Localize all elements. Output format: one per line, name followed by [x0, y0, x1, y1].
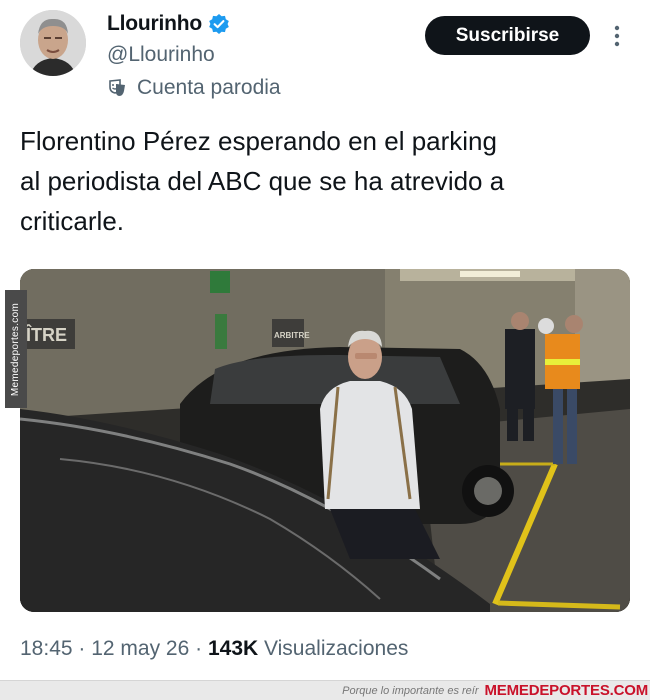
theater-masks-icon — [107, 78, 127, 98]
tweet-time[interactable]: 18:45 — [20, 637, 73, 660]
tweet-meta: 18:45 · 12 may 26 · 143K Visualizaciones — [20, 637, 408, 661]
more-vertical-icon[interactable] — [608, 22, 626, 50]
tweet-media-photo[interactable]: ÎTRE ARBITRE — [20, 269, 630, 612]
avatar[interactable] — [20, 10, 86, 76]
verified-badge-icon — [208, 13, 230, 35]
meta-separator: · — [195, 637, 208, 660]
watermark-footer-tagline: Porque lo importante es reír — [342, 684, 479, 697]
subscribe-button[interactable]: Suscribirse — [425, 16, 590, 55]
author-display-name[interactable]: Llourinho — [107, 12, 202, 36]
watermark-footer-bar: Porque lo importante es reír MEMEDEPORTE… — [0, 680, 650, 700]
author-handle[interactable]: @Llourinho — [107, 43, 215, 67]
avatar-image — [20, 10, 86, 76]
parody-label-text: Cuenta parodia — [137, 76, 281, 99]
meta-separator: · — [78, 637, 92, 660]
parody-account-label: Cuenta parodia — [107, 76, 281, 100]
views-count: 143K — [207, 637, 259, 660]
tweet-text: Florentino Pérez esperando en el parking… — [20, 126, 505, 236]
watermark-side-tab: Memedeportes.com — [5, 290, 27, 408]
watermark-side-text: Memedeportes.com — [10, 302, 22, 396]
tweet-date[interactable]: 12 may 26 — [91, 637, 189, 660]
sign-right-text: ARBITRE — [274, 331, 310, 340]
sign-left-text: ÎTRE — [25, 324, 67, 345]
author-name-row[interactable]: Llourinho — [107, 12, 230, 36]
views-label: Visualizaciones — [264, 637, 409, 660]
watermark-footer-brand: MEMEDEPORTES.COM — [484, 682, 649, 699]
